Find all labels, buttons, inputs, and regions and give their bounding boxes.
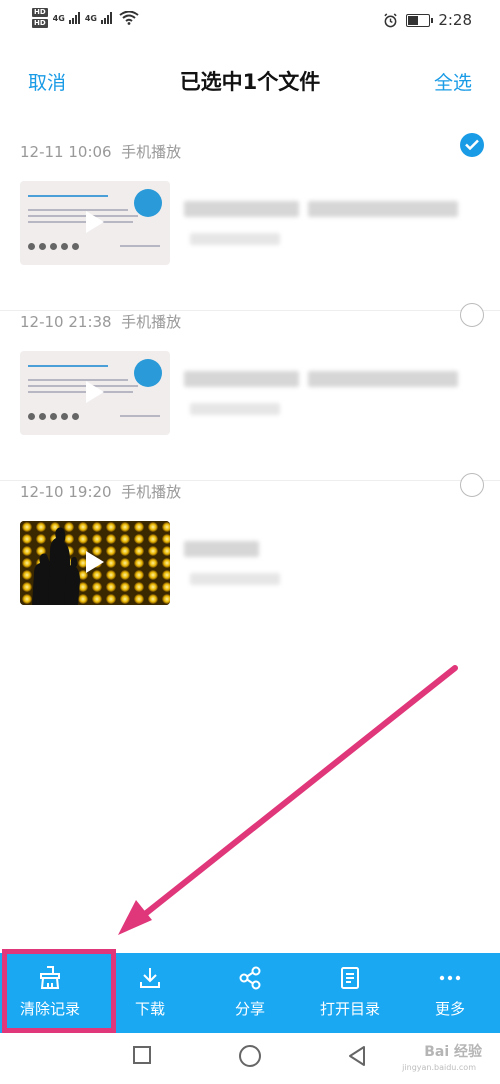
item-source: 手机播放 — [121, 483, 182, 501]
home-button[interactable] — [239, 1045, 261, 1067]
alarm-icon — [384, 12, 397, 27]
list-item[interactable]: 12-11 10:06 手机播放 — [0, 133, 500, 311]
item-source: 手机播放 — [121, 143, 182, 161]
item-timestamp: 12-10 21:38 手机播放 — [20, 311, 181, 332]
item-time: 12-10 19:20 — [20, 483, 112, 501]
blurred-title — [184, 201, 299, 217]
video-thumbnail[interactable] — [20, 181, 170, 265]
signal-icon — [68, 12, 80, 24]
more-button[interactable]: 更多 — [400, 953, 500, 1033]
more-icon — [439, 975, 461, 981]
play-icon — [86, 211, 104, 233]
signal-icon-2 — [100, 12, 112, 24]
clock: 2:28 — [438, 11, 472, 29]
item-timestamp: 12-10 19:20 手机播放 — [20, 481, 181, 502]
watermark: Bai 经验 — [424, 1044, 482, 1060]
play-icon — [86, 551, 104, 573]
open-directory-icon — [341, 967, 359, 989]
open-directory-button[interactable]: 打开目录 — [300, 953, 400, 1033]
item-checkbox-checked[interactable] — [460, 133, 484, 157]
network-type-2: 4G — [84, 13, 97, 23]
video-thumbnail[interactable] — [20, 351, 170, 435]
watermark-url: jingyan.baidu.com — [402, 1063, 476, 1072]
item-source: 手机播放 — [121, 313, 182, 331]
hd-badge: HD — [32, 8, 48, 17]
toolbar-label: 分享 — [234, 1000, 265, 1018]
blurred-title — [184, 371, 299, 387]
status-right: 2:28 — [383, 11, 472, 29]
blurred-title-2 — [308, 371, 458, 387]
selection-header: 取消 已选中1个文件 全选 — [0, 56, 500, 106]
blurred-title-2 — [308, 201, 458, 217]
status-bar: HD HD 4G 4G 2:28 — [0, 0, 500, 42]
play-icon — [86, 381, 104, 403]
annotation-highlight-box — [2, 949, 116, 1033]
wifi-icon — [119, 11, 139, 25]
toolbar-label: 打开目录 — [319, 1000, 380, 1018]
blurred-subtitle — [190, 403, 280, 415]
blurred-title — [184, 541, 259, 557]
status-left: HD HD 4G 4G — [32, 8, 139, 28]
item-checkbox[interactable] — [460, 473, 484, 497]
select-all-button[interactable]: 全选 — [434, 68, 472, 95]
toolbar-label: 更多 — [434, 1000, 465, 1018]
checkmark-icon — [465, 139, 479, 150]
item-time: 12-10 21:38 — [20, 313, 112, 331]
slide-logo-circle — [134, 189, 162, 217]
blurred-subtitle — [190, 573, 280, 585]
item-checkbox[interactable] — [460, 303, 484, 327]
share-icon — [239, 966, 261, 990]
video-thumbnail[interactable] — [20, 521, 170, 605]
recents-button[interactable] — [133, 1046, 151, 1064]
battery-icon — [406, 13, 434, 27]
list-item[interactable]: 12-10 21:38 手机播放 — [0, 303, 500, 481]
hd-badge-2: HD — [32, 19, 48, 28]
battery-level — [408, 15, 419, 25]
blurred-subtitle — [190, 233, 280, 245]
item-time: 12-11 10:06 — [20, 143, 112, 161]
page-title: 已选中1个文件 — [179, 70, 321, 94]
back-button[interactable] — [346, 1045, 368, 1067]
download-icon — [140, 968, 160, 988]
share-button[interactable]: 分享 — [200, 953, 300, 1033]
network-type: 4G — [52, 13, 65, 23]
item-timestamp: 12-11 10:06 手机播放 — [20, 141, 181, 162]
list-item[interactable]: 12-10 19:20 手机播放 — [0, 473, 500, 651]
system-navigation-bar: Bai 经验 jingyan.baidu.com — [0, 1033, 500, 1084]
slide-logo-circle — [134, 359, 162, 387]
